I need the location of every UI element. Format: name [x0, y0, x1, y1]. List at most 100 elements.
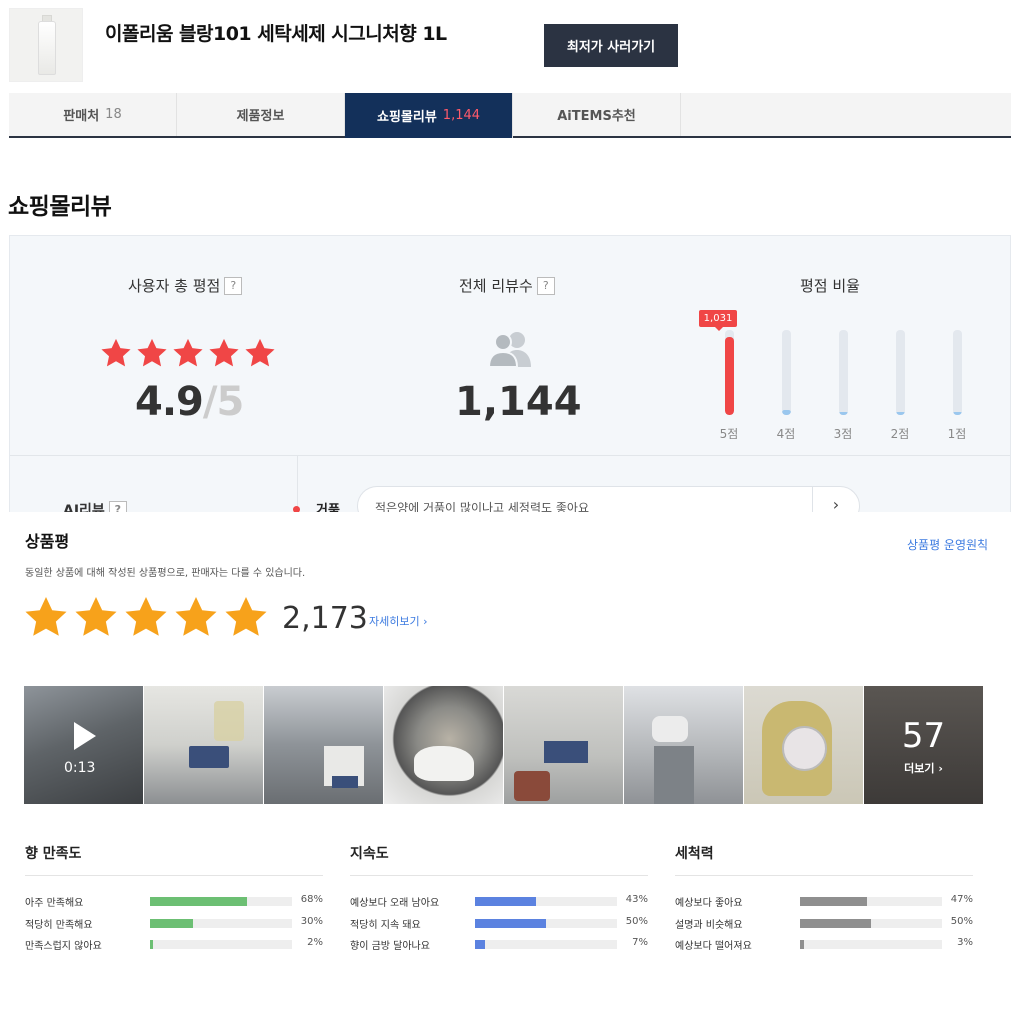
rating-label: 사용자 총 평점	[128, 277, 221, 295]
review-photo[interactable]	[624, 686, 743, 804]
metric-row-pct: 7%	[632, 937, 648, 948]
rating-value: 4.9	[135, 379, 204, 425]
metric-track	[475, 897, 617, 906]
metric-row-pct: 2%	[307, 937, 323, 948]
metric-track	[475, 919, 617, 928]
star-icon	[137, 338, 167, 367]
metric-scent: 향 만족도 아주 만족해요 68% 적당히 만족해요 30% 만족스럽지 않아요…	[25, 843, 323, 952]
product-review-stars	[22, 594, 270, 640]
metric-row: 적당히 만족해요 30%	[25, 915, 323, 931]
metric-longevity: 지속도 예상보다 오래 남아요 43% 적당히 지속 돼요 50% 향이 금방 …	[350, 843, 648, 952]
review-photo[interactable]	[264, 686, 383, 804]
star-icon	[245, 338, 275, 367]
rating-score: 4.9/5	[135, 379, 244, 425]
metric-track	[150, 940, 292, 949]
tab-product-info[interactable]: 제품정보	[177, 93, 345, 136]
chevron-right-icon[interactable]: ›	[812, 486, 860, 514]
tab-label: AiTEMS추천	[557, 109, 636, 124]
metric-fill	[475, 940, 485, 949]
rating-bar-label: 4점	[776, 427, 796, 441]
metric-track	[150, 897, 292, 906]
metric-row-pct: 47%	[950, 894, 973, 905]
tab-label: 제품정보	[236, 109, 285, 124]
metric-fill	[800, 940, 805, 949]
product-thumbnail[interactable]	[9, 8, 83, 82]
review-photo[interactable]	[504, 686, 623, 804]
metric-track	[800, 897, 942, 906]
rating-bar-label: 2점	[890, 427, 910, 441]
help-icon[interactable]: ?	[224, 276, 243, 295]
count-label-wrap: 전체 리뷰수 ?	[459, 275, 555, 296]
metric-track	[800, 919, 942, 928]
metric-row-label: 적당히 지속 돼요	[350, 920, 421, 931]
tab-shopping-reviews[interactable]: 쇼핑몰리뷰 1,144	[345, 93, 513, 138]
review-photo[interactable]	[144, 686, 263, 804]
rating-bar-track	[725, 330, 734, 415]
rating-bar-track	[896, 330, 905, 415]
ai-review-text[interactable]: 적은양에 거품이 많이나고 세정력도 좋아요	[357, 486, 813, 514]
rating-bar-badge: 1,031	[699, 310, 737, 331]
metric-title: 세척력	[675, 843, 973, 876]
review-summary-panel: 사용자 총 평점 ? 4.9/5 전체 리뷰수 ? 1,144 평점 비율 1,…	[9, 235, 1011, 515]
metric-row: 적당히 지속 돼요 50%	[350, 915, 648, 931]
product-title: 이폴리움 블랑101 세탁세제 시그니처향 1L	[105, 23, 447, 45]
rating-bar-track	[953, 330, 962, 415]
review-detail-link[interactable]: 자세히보기 ›	[369, 613, 428, 629]
lowest-price-button[interactable]: 최저가 사러가기	[544, 24, 678, 67]
metric-row-label: 설명과 비슷해요	[675, 920, 743, 931]
rating-max: /5	[202, 379, 244, 425]
metric-fill	[475, 897, 537, 906]
rating-stars	[99, 336, 277, 370]
ai-review-row: AI리뷰 ? 거품 적은양에 거품이 많이나고 세정력도 좋아요 ›	[10, 455, 1010, 514]
metric-track	[475, 940, 617, 949]
review-photo-more[interactable]: 57 더보기 ›	[864, 686, 983, 804]
bottle-shape	[38, 21, 56, 75]
tab-aitems[interactable]: AiTEMS추천	[513, 93, 681, 136]
metric-row-label: 만족스럽지 않아요	[25, 941, 102, 952]
section-title: 쇼핑몰리뷰	[8, 194, 112, 220]
metric-row-pct: 50%	[950, 916, 973, 927]
review-photo[interactable]	[744, 686, 863, 804]
review-count: 1,144	[455, 379, 582, 425]
product-review-title: 상품평	[25, 532, 70, 551]
help-icon[interactable]: ?	[536, 276, 555, 295]
star-icon	[175, 597, 217, 636]
star-icon	[225, 597, 267, 636]
metric-title: 향 만족도	[25, 843, 323, 876]
tab-label: 쇼핑몰리뷰	[376, 110, 437, 125]
metric-row: 예상보다 떨어져요 3%	[675, 936, 973, 952]
review-video-thumb[interactable]: 0:13	[24, 686, 143, 804]
star-icon	[173, 338, 203, 367]
rating-bar-fill	[896, 412, 905, 415]
rating-bar-fill	[839, 412, 848, 415]
metric-row-pct: 68%	[300, 894, 323, 905]
photo-more-label: 더보기 ›	[904, 762, 943, 775]
metric-fill	[150, 897, 247, 906]
rating-bar-label: 1점	[947, 427, 967, 441]
rating-bar-label: 3점	[833, 427, 853, 441]
review-policy-link[interactable]: 상품평 운영원칙	[907, 536, 988, 553]
video-duration: 0:13	[64, 760, 96, 776]
rating-bar-track	[782, 330, 791, 415]
ratio-label: 평점 비율	[800, 277, 860, 295]
review-photo[interactable]	[384, 686, 503, 804]
metric-fill	[800, 897, 867, 906]
tab-sellers[interactable]: 판매처 18	[9, 93, 177, 136]
metric-fill	[475, 919, 546, 928]
product-review-section: 상품평 상품평 운영원칙 동일한 상품에 대해 작성된 상품평으로, 판매자는 …	[0, 512, 1024, 1024]
star-icon	[75, 597, 117, 636]
metric-row-label: 아주 만족해요	[25, 898, 84, 909]
review-photo-strip: 0:13 57 더보기 ›	[24, 686, 983, 804]
metric-fill	[150, 940, 153, 949]
metric-row-pct: 30%	[300, 916, 323, 927]
metric-row-label: 예상보다 좋아요	[675, 898, 743, 909]
metric-row-label: 향이 금방 달아나요	[350, 941, 430, 952]
rating-bar-fill	[725, 336, 734, 415]
metric-row: 예상보다 좋아요 47%	[675, 893, 973, 909]
rating-bar-fill	[953, 412, 962, 415]
star-icon	[125, 597, 167, 636]
metric-row-label: 예상보다 떨어져요	[675, 941, 752, 952]
metric-fill	[150, 919, 193, 928]
metric-row: 설명과 비슷해요 50%	[675, 915, 973, 931]
metric-cleaning: 세척력 예상보다 좋아요 47% 설명과 비슷해요 50% 예상보다 떨어져요 …	[675, 843, 973, 952]
